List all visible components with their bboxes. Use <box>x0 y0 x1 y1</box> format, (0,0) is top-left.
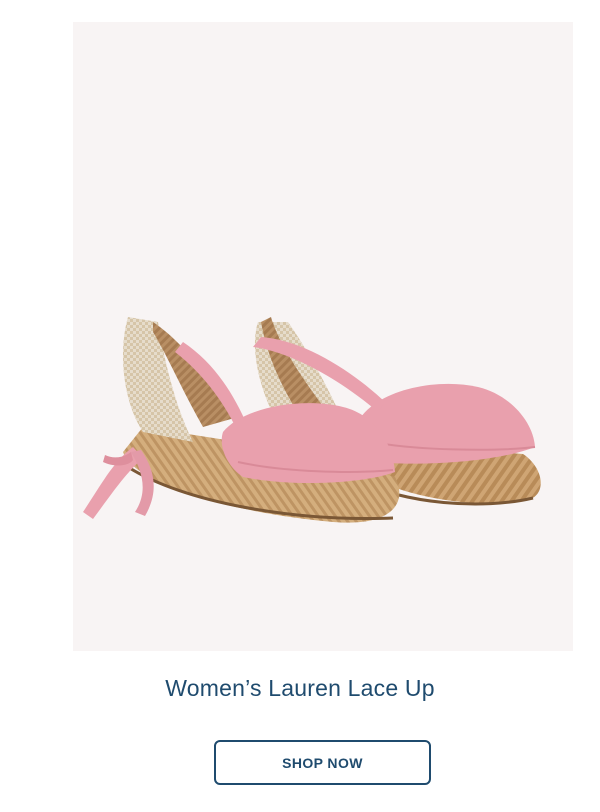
left-shoe-shape <box>83 317 400 523</box>
shop-now-button[interactable]: SHOP NOW <box>214 740 431 785</box>
espadrille-sandals-illustration <box>83 317 541 523</box>
product-title[interactable]: Women’s Lauren Lace Up <box>0 675 600 702</box>
product-card: Women’s Lauren Lace Up SHOP NOW <box>0 0 600 812</box>
product-image[interactable] <box>73 22 573 651</box>
